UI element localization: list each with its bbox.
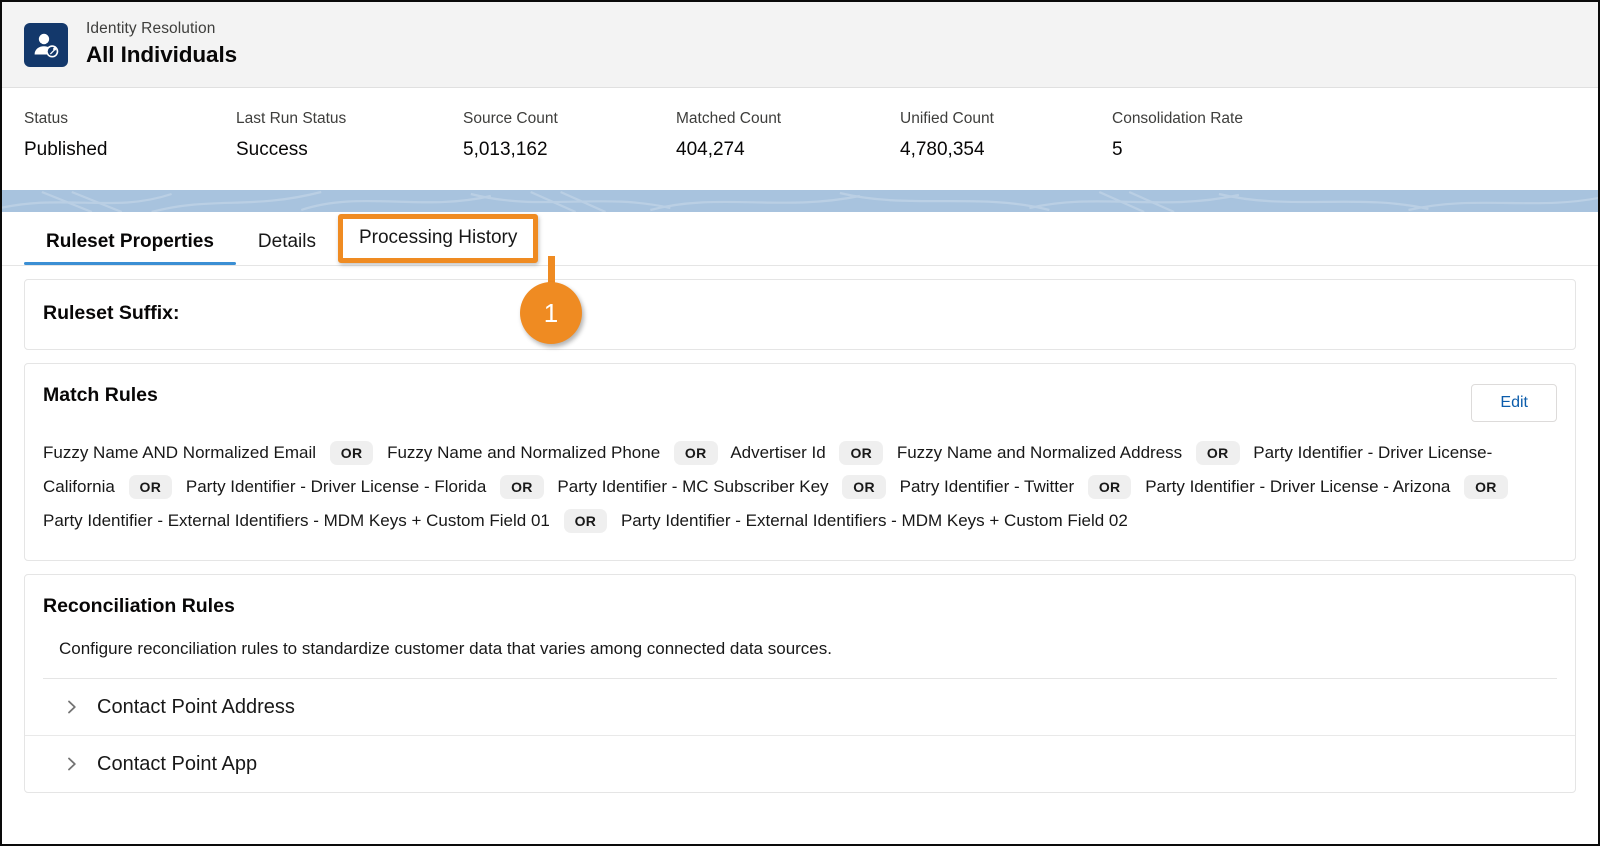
- decorative-banner: [2, 190, 1598, 212]
- match-rule-item: Party Identifier - External Identifiers …: [620, 510, 1128, 530]
- accordion-contact-point-app[interactable]: Contact Point App: [25, 735, 1575, 792]
- stat-matched-count: Matched Count 404,274: [676, 110, 900, 190]
- or-separator: OR: [1464, 475, 1508, 500]
- or-separator: OR: [842, 475, 886, 500]
- stat-unified-count: Unified Count 4,780,354: [900, 110, 1112, 190]
- or-separator: OR: [329, 441, 374, 466]
- match-rule-item: Advertiser Id: [730, 442, 826, 462]
- or-separator: OR: [839, 441, 884, 466]
- or-separator: OR: [128, 475, 173, 500]
- stat-label: Matched Count: [676, 110, 782, 127]
- summary-stats: Status Published Last Run Status Success…: [2, 88, 1598, 190]
- reconciliation-rules-card: Reconciliation Rules Configure reconcili…: [24, 573, 1576, 794]
- stat-last-run-status: Last Run Status Success: [236, 110, 463, 190]
- stat-source-count: Source Count 5,013,162: [463, 110, 676, 190]
- stat-consolidation-rate: Consolidation Rate 5: [1112, 110, 1352, 190]
- reconciliation-rules-header: Reconciliation Rules: [25, 575, 1575, 618]
- stat-value: Published: [24, 138, 108, 160]
- stat-label: Unified Count: [900, 110, 994, 127]
- match-rule-item: Fuzzy Name and Normalized Phone: [387, 442, 661, 462]
- chevron-right-icon: [65, 757, 79, 771]
- page-title: All Individuals: [86, 42, 238, 68]
- match-rule-item: Party Identifier - Driver License - Flor…: [185, 476, 487, 496]
- reconciliation-rules-description: Configure reconciliation rules to standa…: [59, 638, 832, 658]
- ruleset-suffix-title: Ruleset Suffix:: [43, 302, 180, 324]
- annotation-badge-1: 1: [520, 282, 582, 344]
- tab-bar-region: Ruleset Properties Details Processing Hi…: [2, 212, 1598, 344]
- identity-person-badge-icon: [24, 22, 68, 67]
- match-rules-card: Match Rules Edit Fuzzy Name AND Normaliz…: [24, 363, 1576, 561]
- annotation-number: 1: [543, 297, 559, 328]
- stat-label: Consolidation Rate: [1112, 110, 1243, 127]
- ruleset-suffix-card: Ruleset Suffix:: [24, 279, 1576, 351]
- match-rules-list: Fuzzy Name AND Normalized Email OR Fuzzy…: [25, 422, 1575, 560]
- or-separator: OR: [1195, 441, 1240, 466]
- stat-value: 5: [1112, 138, 1123, 160]
- stat-value: 5,013,162: [463, 138, 548, 160]
- match-rule-item: Party Identifier - MC Subscriber Key: [557, 476, 829, 496]
- accordion-contact-point-address[interactable]: Contact Point Address: [25, 679, 1575, 735]
- match-rule-item: Party Identifier - External Identifiers …: [43, 510, 550, 530]
- stat-label: Last Run Status: [236, 110, 347, 127]
- or-separator: OR: [1087, 475, 1132, 500]
- stat-value: 404,274: [676, 138, 745, 160]
- page-eyebrow: Identity Resolution: [86, 19, 216, 37]
- edit-match-rules-button[interactable]: Edit: [1471, 384, 1557, 422]
- chevron-right-icon: [65, 700, 79, 714]
- tab-processing-history[interactable]: Processing History: [337, 214, 539, 263]
- match-rule-item: Fuzzy Name and Normalized Address: [896, 442, 1183, 462]
- tab-bar: Ruleset Properties Details Processing Hi…: [2, 212, 1598, 266]
- or-separator: OR: [673, 441, 718, 466]
- or-separator: OR: [563, 509, 608, 534]
- stat-status: Status Published: [24, 110, 236, 190]
- match-rule-item: Fuzzy Name AND Normalized Email: [43, 442, 317, 462]
- stat-value: 4,780,354: [900, 138, 985, 160]
- tab-ruleset-properties[interactable]: Ruleset Properties: [24, 232, 236, 265]
- reconciliation-rules-title: Reconciliation Rules: [43, 594, 235, 617]
- stat-label: Status: [24, 110, 68, 127]
- accordion-label: Contact Point App: [97, 753, 258, 776]
- stat-label: Source Count: [463, 110, 558, 127]
- match-rule-item: Patry Identifier - Twitter: [899, 476, 1075, 496]
- page-header: Identity Resolution All Individuals: [2, 2, 1598, 88]
- or-separator: OR: [500, 475, 544, 500]
- header-text-block: Identity Resolution All Individuals: [86, 20, 237, 70]
- match-rules-title: Match Rules: [43, 384, 158, 407]
- main-content: Ruleset Suffix: Match Rules Edit Fuzzy N…: [2, 279, 1598, 794]
- match-rules-header: Match Rules Edit: [25, 364, 1575, 422]
- app-window: Identity Resolution All Individuals Stat…: [0, 0, 1600, 846]
- match-rule-item: Party Identifier - Driver License - Ariz…: [1145, 476, 1451, 496]
- accordion-label: Contact Point Address: [97, 696, 295, 719]
- stat-value: Success: [236, 138, 308, 160]
- tab-details[interactable]: Details: [236, 232, 338, 265]
